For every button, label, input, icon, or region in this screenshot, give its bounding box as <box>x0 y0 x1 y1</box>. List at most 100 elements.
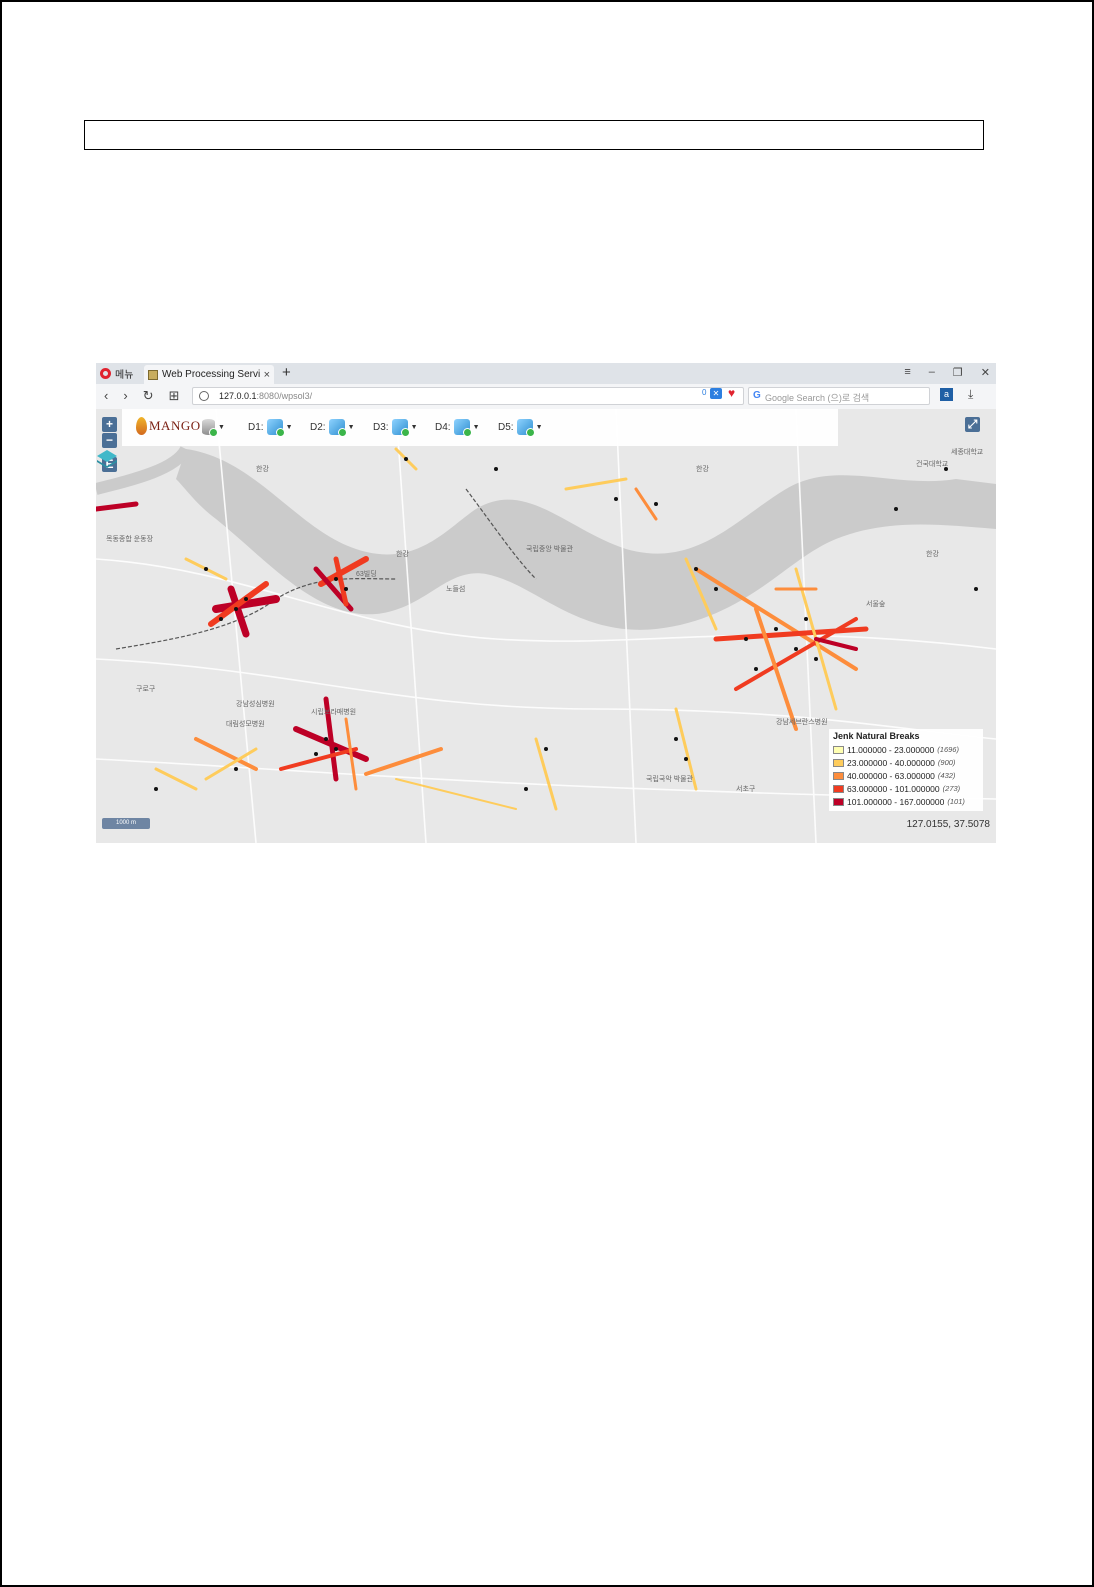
place-label: 강남세브란스병원 <box>776 719 828 726</box>
legend-row: 101.000000 - 167.000000 (101) <box>833 795 979 808</box>
tab-bar: 메뉴 Web Processing Services × + ≡ – ❐ ✕ <box>96 363 996 384</box>
legend-count: (900) <box>937 758 956 767</box>
legend-range: 11.000000 - 23.000000 <box>847 744 935 755</box>
legend-count: (101) <box>947 797 965 806</box>
legend-row: 63.000000 - 101.000000 (273) <box>833 782 979 795</box>
tool-label: D3: <box>373 421 389 433</box>
coordinate-readout: 127.0155, 37.5078 <box>906 819 990 830</box>
legend-row: 40.000000 - 63.000000 (432) <box>833 769 979 782</box>
chevron-down-icon: ▼ <box>472 423 480 431</box>
place-label: 목동종합 운동장 <box>106 536 154 543</box>
legend-swatch <box>833 758 844 767</box>
minimize-icon[interactable]: – <box>929 366 935 379</box>
cube-add-icon <box>266 419 285 437</box>
zoom-in-button[interactable]: + <box>102 417 117 432</box>
legend-range: 23.000000 - 40.000000 <box>847 757 935 768</box>
place-label: 세종대학교 <box>951 449 984 456</box>
google-icon: G <box>753 390 761 401</box>
map-canvas[interactable]: 한강 한강 한강 한강 노들섬 국립중앙 박물관 목동종합 운동장 63빌딩 서… <box>96 409 996 843</box>
download-icon[interactable]: ⤓ <box>968 387 973 402</box>
globe-icon <box>199 391 209 401</box>
legend-swatch <box>833 797 844 806</box>
cube-add-icon <box>391 419 410 437</box>
opera-logo-icon <box>100 368 111 379</box>
legend-count: (1696) <box>937 745 959 754</box>
legend-row: 23.000000 - 40.000000 (900) <box>833 756 979 769</box>
tool-label: D1: <box>248 421 264 433</box>
address-bar: ‹ › ↻ ⊞ 127.0.0.1:8080/wpsol3/ 0 ✕ ♥ G G… <box>96 384 996 410</box>
add-datastore-button[interactable]: ▼ <box>202 419 225 437</box>
tab-web-processing-services[interactable]: Web Processing Services × <box>144 365 274 384</box>
window-controls: ≡ – ❐ ✕ <box>904 366 990 379</box>
browser-screenshot: 메뉴 Web Processing Services × + ≡ – ❐ ✕ ‹… <box>96 363 996 843</box>
place-label: 한강 <box>396 551 409 558</box>
place-label: 국립중앙 박물관 <box>526 546 574 553</box>
d3-layer-button[interactable]: D3: ▼ <box>373 419 418 437</box>
forward-icon[interactable]: › <box>123 388 127 404</box>
extension-icon[interactable]: a <box>940 388 953 401</box>
logo-text: MANGO <box>149 418 201 433</box>
chevron-down-icon: ▼ <box>410 423 418 431</box>
chevron-down-icon: ▼ <box>285 423 293 431</box>
caption-box <box>84 120 984 150</box>
legend-swatch <box>833 771 844 780</box>
place-label: 건국대학교 <box>916 461 949 468</box>
place-label: 노들섬 <box>446 586 466 593</box>
legend: Jenk Natural Breaks 11.000000 - 23.00000… <box>829 729 983 811</box>
zoom-out-button[interactable]: − <box>102 433 117 448</box>
legend-range: 63.000000 - 101.000000 <box>847 783 940 794</box>
legend-range: 101.000000 - 167.000000 <box>847 796 945 807</box>
tool-label: D2: <box>310 421 326 433</box>
adblock-count: 0 <box>702 388 707 397</box>
opera-menu-button[interactable]: 메뉴 <box>100 365 133 382</box>
search-placeholder: Google Search (으)로 검색 <box>765 393 870 403</box>
back-icon[interactable]: ‹ <box>104 388 108 404</box>
mango-logo-icon <box>136 417 147 435</box>
legend-title: Jenk Natural Breaks <box>833 731 920 741</box>
place-label: 구로구 <box>136 686 156 693</box>
cube-add-icon <box>453 419 472 437</box>
cube-add-icon <box>328 419 347 437</box>
reload-icon[interactable]: ↻ <box>143 388 154 404</box>
url-path: :8080/wpsol3/ <box>256 391 313 401</box>
d5-layer-button[interactable]: D5: ▼ <box>498 419 543 437</box>
legend-row: 11.000000 - 23.000000 (1696) <box>833 743 979 756</box>
tool-label: D5: <box>498 421 514 433</box>
scale-bar: 1000 m <box>102 818 150 829</box>
d4-layer-button[interactable]: D4: ▼ <box>435 419 480 437</box>
close-window-icon[interactable]: ✕ <box>981 366 990 379</box>
d2-layer-button[interactable]: D2: ▼ <box>310 419 355 437</box>
place-label: 한강 <box>256 466 269 473</box>
tab-close-icon[interactable]: × <box>264 369 270 381</box>
heart-icon[interactable]: ♥ <box>728 386 735 400</box>
fullscreen-button[interactable]: ⤢ <box>965 417 980 432</box>
url-host: 127.0.0.1 <box>219 391 257 401</box>
new-tab-button[interactable]: + <box>282 364 291 381</box>
legend-swatch <box>833 784 844 793</box>
layers-icon[interactable] <box>96 448 118 470</box>
legend-count: (273) <box>942 784 961 793</box>
search-input[interactable]: G Google Search (으)로 검색 <box>748 387 930 405</box>
url-field[interactable]: 127.0.0.1:8080/wpsol3/ <box>192 387 744 405</box>
restore-icon[interactable]: ❐ <box>953 366 963 379</box>
favicon-icon <box>148 369 158 380</box>
mango-logo: MANGO <box>136 417 201 435</box>
legend-range: 40.000000 - 63.000000 <box>847 770 935 781</box>
chevron-down-icon: ▼ <box>218 423 225 431</box>
d1-layer-button[interactable]: D1: ▼ <box>248 419 293 437</box>
speed-dial-icon[interactable]: ⊞ <box>169 388 180 404</box>
place-label: 강남성심병원 <box>236 701 275 708</box>
app-toolbar: MANGO ▼ D1: ▼ D2: ▼ D3: ▼ D4: ▼ D5: ▼ <box>122 409 838 446</box>
place-label: 63빌딩 <box>356 571 377 578</box>
tab-menu-icon[interactable]: ≡ <box>904 366 910 379</box>
place-label: 국립국악 박물관 <box>646 776 694 783</box>
place-label: 대림성모병원 <box>226 721 265 728</box>
place-label: 한강 <box>696 466 709 473</box>
place-label: 한강 <box>926 551 939 558</box>
adblock-shield-icon[interactable]: ✕ <box>710 388 722 399</box>
tab-title: Web Processing Services <box>162 369 260 380</box>
legend-swatch <box>833 745 844 754</box>
chevron-down-icon: ▼ <box>535 423 543 431</box>
menu-label: 메뉴 <box>115 370 134 381</box>
cube-add-icon <box>516 419 535 437</box>
